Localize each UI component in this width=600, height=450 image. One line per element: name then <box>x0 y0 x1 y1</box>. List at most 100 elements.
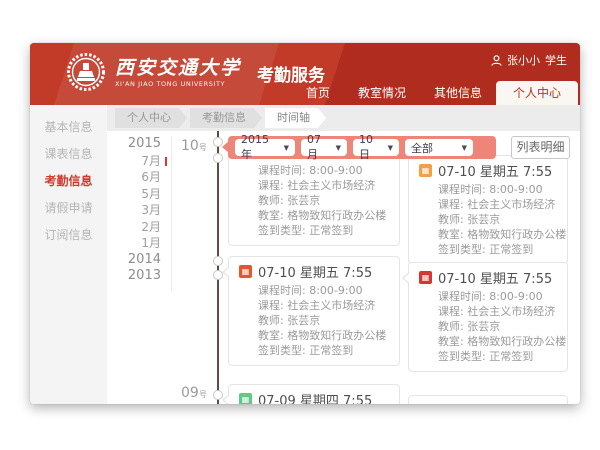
timeline-month-may[interactable]: 5月 <box>107 186 171 203</box>
field-value: 张芸京 <box>287 314 320 327</box>
university-logo-icon <box>66 52 106 92</box>
breadcrumb-attendance[interactable]: 考勤信息 <box>190 108 262 128</box>
field-value: 正常签到 <box>309 344 353 357</box>
card-header: ▦ 07-10 星期五 7:55 <box>419 162 557 178</box>
field-label: 签到类型: <box>438 243 486 256</box>
breadcrumb: 个人中心 考勤信息 时间轴 <box>115 108 326 128</box>
timeline-month-jul[interactable]: 7月 <box>107 153 171 170</box>
app-header: 西安交通大学 XI'AN JIAO TONG UNIVERSITY 考勤服务 张… <box>30 43 580 105</box>
field-value: 社会主义市场经济 <box>287 179 375 192</box>
month-filter-dropdown[interactable]: 07月▼ <box>301 139 347 156</box>
field-value: 8:00-9:00 <box>489 183 542 196</box>
user-icon <box>491 55 502 66</box>
attendance-card-partial <box>408 395 568 404</box>
day-marker-10: 10号 <box>181 138 207 154</box>
field-value: 正常签到 <box>489 243 533 256</box>
field-label: 教室: <box>438 335 464 348</box>
card-header: ▦ 07-10 星期五 7:55 <box>239 263 389 279</box>
timeline-year-2014[interactable]: 2014 <box>107 252 171 269</box>
list-detail-button[interactable]: 列表明细 <box>511 136 570 159</box>
day-filter-dropdown[interactable]: 10日▼ <box>353 139 399 156</box>
field-label: 教室: <box>258 329 284 342</box>
user-info[interactable]: 张小小 学生 <box>491 52 567 68</box>
nav-home[interactable]: 首页 <box>292 81 344 105</box>
field-value: 格物致知行政办公楼 <box>467 228 566 241</box>
field-label: 课程时间: <box>258 164 306 177</box>
day-marker-09: 09号 <box>181 385 207 401</box>
field-label: 教师: <box>438 320 464 333</box>
card-date: 07-10 星期五 7:55 <box>438 161 552 180</box>
nav-other-info[interactable]: 其他信息 <box>420 81 496 105</box>
chevron-down-icon: ▼ <box>284 144 289 152</box>
chevron-down-icon: ▼ <box>462 144 467 152</box>
calendar-icon: ▦ <box>419 271 432 284</box>
field-value: 格物致知行政办公楼 <box>287 329 386 342</box>
field-value: 8:00-9:00 <box>309 164 362 177</box>
field-value: 8:00-9:00 <box>489 290 542 303</box>
field-label: 教室: <box>258 209 284 222</box>
sidebar-item-basic-info[interactable]: 基本信息 <box>30 114 107 141</box>
calendar-icon: ▦ <box>419 164 432 177</box>
field-label: 课程: <box>438 198 464 211</box>
field-label: 教师: <box>258 194 284 207</box>
sidebar-item-leave-request[interactable]: 请假申请 <box>30 195 107 222</box>
timeline-month-jan[interactable]: 1月 <box>107 235 171 252</box>
field-label: 课程时间: <box>438 290 486 303</box>
timeline-node <box>213 390 223 400</box>
timeline-month-feb[interactable]: 2月 <box>107 219 171 236</box>
year-filter-dropdown[interactable]: 2015年▼ <box>235 139 295 156</box>
field-value: 社会主义市场经济 <box>467 305 555 318</box>
timeline-node <box>213 256 223 266</box>
breadcrumb-bar: 个人中心 考勤信息 时间轴 <box>107 105 580 131</box>
field-value: 8:00-9:00 <box>309 284 362 297</box>
sidebar-item-subscription[interactable]: 订阅信息 <box>30 222 107 249</box>
field-label: 签到类型: <box>438 350 486 363</box>
filter-bar: 2015年▼ 07月▼ 10日▼ 全部▼ <box>228 136 496 159</box>
timeline-axis <box>217 131 219 404</box>
chevron-down-icon: ▼ <box>388 144 393 152</box>
card-date: 07-09 星期四 7:55 <box>258 390 372 405</box>
field-label: 课程时间: <box>258 284 306 297</box>
field-label: 课程: <box>258 179 284 192</box>
timeline-month-jun[interactable]: 6月 <box>107 169 171 186</box>
timeline-month-mar[interactable]: 3月 <box>107 202 171 219</box>
chevron-down-icon: ▼ <box>336 144 341 152</box>
user-role: 学生 <box>545 52 567 68</box>
field-value: 正常签到 <box>309 224 353 237</box>
timeline-year-2015[interactable]: 2015 <box>107 136 171 153</box>
field-value: 社会主义市场经济 <box>287 299 375 312</box>
nav-personal-center[interactable]: 个人中心 <box>496 81 578 105</box>
field-value: 正常签到 <box>489 350 533 363</box>
field-label: 教师: <box>258 314 284 327</box>
card-header: ▦ 07-09 星期四 7:55 <box>239 391 389 404</box>
nav-classrooms[interactable]: 教室情况 <box>344 81 420 105</box>
field-value: 格物致知行政办公楼 <box>287 209 386 222</box>
calendar-icon: ▦ <box>239 393 252 405</box>
timeline-node <box>213 270 223 280</box>
main-nav: 首页 教室情况 其他信息 个人中心 <box>292 81 578 105</box>
university-name-en: XI'AN JIAO TONG UNIVERSITY <box>115 80 241 88</box>
timeline-node <box>213 153 223 163</box>
timeline-year-month-nav: 2015 7月 6月 5月 3月 2月 1月 2014 2013 <box>107 136 172 291</box>
field-label: 教室: <box>438 228 464 241</box>
card-header: ▦ 07-10 星期五 7:55 <box>419 269 557 285</box>
university-name-cn: 西安交通大学 <box>115 57 241 79</box>
attendance-card: ▦ 07-10 星期五 7:55 课程时间: 8:00-9:00 课程: 社会主… <box>408 155 568 265</box>
timeline-content: 2015 7月 6月 5月 3月 2月 1月 2014 2013 10号 09号… <box>107 131 580 404</box>
breadcrumb-personal-center[interactable]: 个人中心 <box>115 108 187 128</box>
sidebar: 基本信息 课表信息 考勤信息 请假申请 订阅信息 <box>30 105 107 404</box>
sidebar-item-schedule[interactable]: 课表信息 <box>30 141 107 168</box>
user-name: 张小小 <box>507 52 540 68</box>
field-label: 课程: <box>438 305 464 318</box>
field-label: 课程: <box>258 299 284 312</box>
type-filter-dropdown[interactable]: 全部▼ <box>405 139 473 156</box>
card-date: 07-10 星期五 7:55 <box>258 262 372 281</box>
field-value: 格物致知行政办公楼 <box>467 335 566 348</box>
field-label: 签到类型: <box>258 344 306 357</box>
attendance-card: ▦ 07-09 星期四 7:55 <box>228 384 400 404</box>
timeline-year-2013[interactable]: 2013 <box>107 268 171 285</box>
breadcrumb-timeline[interactable]: 时间轴 <box>265 108 326 128</box>
app-window: 西安交通大学 XI'AN JIAO TONG UNIVERSITY 考勤服务 张… <box>30 43 580 404</box>
sidebar-item-attendance[interactable]: 考勤信息 <box>30 168 107 195</box>
field-label: 签到类型: <box>258 224 306 237</box>
